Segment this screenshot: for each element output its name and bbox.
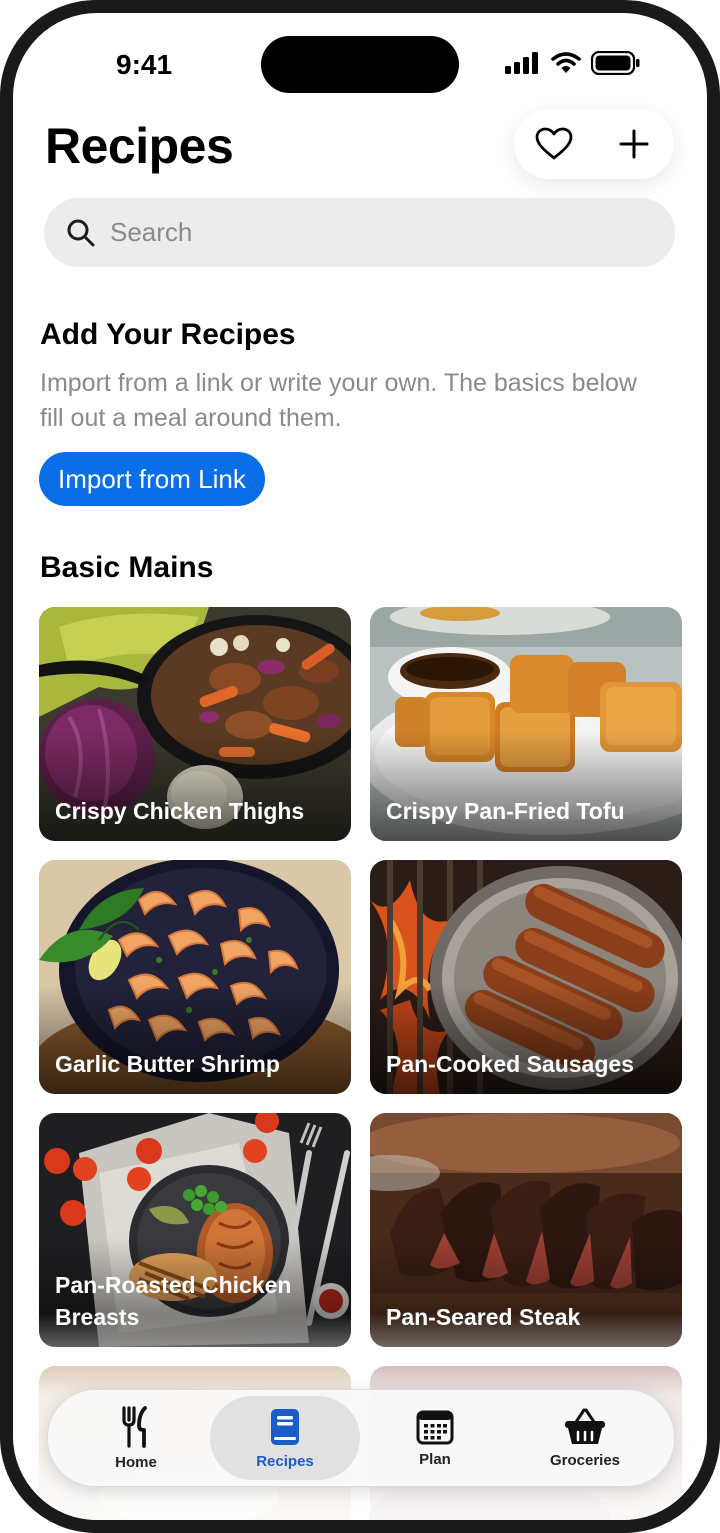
tab-label: Home <box>115 1453 157 1471</box>
status-time: 9:41 <box>116 49 173 80</box>
import-from-link-button[interactable]: Import from Link <box>39 452 265 506</box>
app-screen: 9:41 Recipes Search Add Your Recipes Imp… <box>13 13 707 1520</box>
recipe-card-pan-roasted-chicken-breasts[interactable]: Pan-Roasted Chicken Breasts <box>39 1113 351 1347</box>
search-input[interactable] <box>108 216 632 249</box>
basic-mains-heading: Basic Mains <box>40 551 214 584</box>
search-bar[interactable] <box>44 198 675 267</box>
page-title: Recipes <box>45 118 234 174</box>
add-recipes-description: Import from a link or write your own. Th… <box>40 369 637 432</box>
battery-icon <box>591 51 640 75</box>
recipe-card-title: Crispy Chicken Thighs <box>55 798 305 824</box>
tab-bar: Home Recipes Plan Groceries <box>47 1389 675 1487</box>
recipe-card-pan-cooked-sausages[interactable]: Pan-Cooked Sausages <box>370 860 682 1094</box>
tab-groceries[interactable]: Groceries <box>510 1396 660 1480</box>
tab-label: Plan <box>419 1450 451 1468</box>
book-icon <box>271 1408 299 1445</box>
cellular-signal-icon <box>505 52 538 74</box>
recipe-card-title: Pan-Cooked Sausages <box>386 1051 634 1077</box>
recipe-card-pan-fried-tofu[interactable]: Crispy Pan-Fried Tofu <box>370 607 682 841</box>
add-recipe-button[interactable] <box>604 114 664 174</box>
recipe-card-garlic-butter-shrimp[interactable]: Garlic Butter Shrimp <box>39 860 351 1094</box>
plus-icon <box>619 129 649 159</box>
tab-plan[interactable]: Plan <box>360 1396 510 1480</box>
wifi-icon <box>551 52 581 73</box>
recipe-card-pan-seared-steak[interactable]: Pan-Seared Steak <box>370 1113 682 1347</box>
add-recipes-heading: Add Your Recipes <box>40 318 296 351</box>
recipe-card-chicken-thighs[interactable]: Crispy Chicken Thighs <box>39 607 351 841</box>
tab-home[interactable]: Home <box>61 1396 211 1480</box>
recipe-card-title: Crispy Pan-Fried Tofu <box>386 798 625 824</box>
dynamic-island <box>261 36 459 93</box>
device-frame: 9:41 Recipes Search Add Your Recipes Imp… <box>0 0 720 1533</box>
tab-recipes[interactable]: Recipes <box>210 1396 360 1480</box>
search-icon <box>67 219 95 246</box>
basket-icon <box>565 1408 605 1444</box>
favorites-button[interactable] <box>524 114 584 174</box>
status-icons <box>505 51 641 75</box>
recipe-card-title: Garlic Butter Shrimp <box>55 1051 280 1077</box>
heart-icon <box>535 127 573 160</box>
tab-label: Recipes <box>256 1452 314 1470</box>
calendar-icon <box>416 1410 454 1444</box>
tab-label: Groceries <box>549 1451 621 1469</box>
fork-knife-icon <box>122 1405 147 1448</box>
header-actions <box>514 109 674 179</box>
